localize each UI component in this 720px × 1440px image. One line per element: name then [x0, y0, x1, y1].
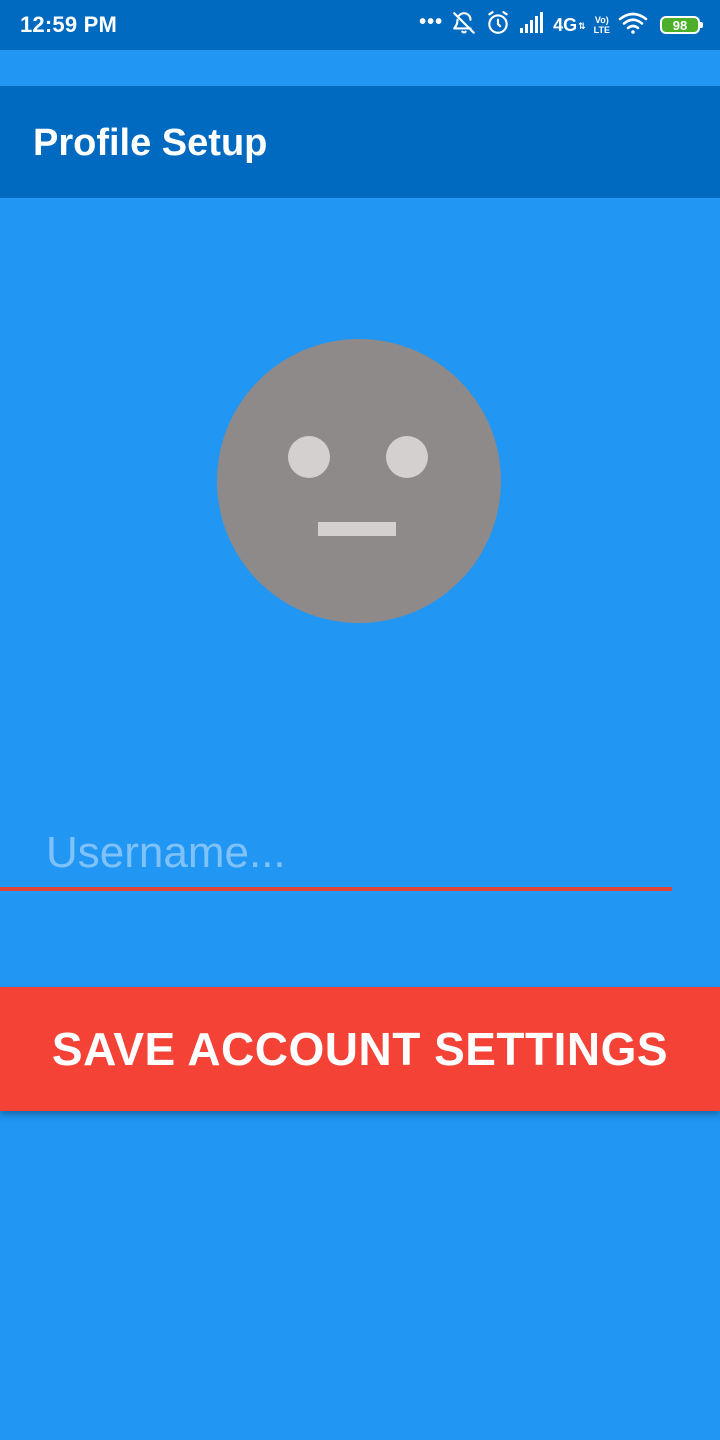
- page-title: Profile Setup: [33, 122, 268, 164]
- battery-level: 98: [672, 17, 688, 33]
- username-input[interactable]: [24, 800, 696, 888]
- data-arrows-icon: ⇅: [578, 20, 586, 31]
- volte-top-label: Vo): [594, 15, 609, 25]
- volte-bottom-label: LTE: [593, 25, 610, 35]
- username-field: [24, 800, 696, 892]
- app-bar: Profile Setup: [0, 86, 720, 198]
- avatar-right-eye: [386, 436, 428, 478]
- profile-avatar[interactable]: [217, 339, 501, 623]
- status-bar: 12:59 PM ••• 4G ⇅ Vo) LTE 98: [0, 0, 720, 50]
- status-time: 12:59 PM: [20, 12, 117, 37]
- save-account-settings-button[interactable]: SAVE ACCOUNT SETTINGS: [0, 987, 720, 1111]
- network-type: 4G ⇅: [553, 15, 586, 36]
- notifications-off-icon: [451, 10, 477, 41]
- more-dots-icon: •••: [419, 11, 444, 33]
- status-icons: ••• 4G ⇅ Vo) LTE 98: [419, 10, 703, 41]
- username-underline: [0, 887, 672, 891]
- avatar-left-eye: [288, 436, 330, 478]
- battery-icon: 98: [660, 16, 703, 34]
- wifi-icon: [618, 11, 648, 40]
- alarm-icon: [485, 10, 511, 41]
- avatar-mouth: [318, 522, 396, 536]
- signal-icon: [519, 11, 545, 39]
- volte-icon: Vo) LTE: [594, 15, 610, 35]
- network-label: 4G: [553, 14, 578, 35]
